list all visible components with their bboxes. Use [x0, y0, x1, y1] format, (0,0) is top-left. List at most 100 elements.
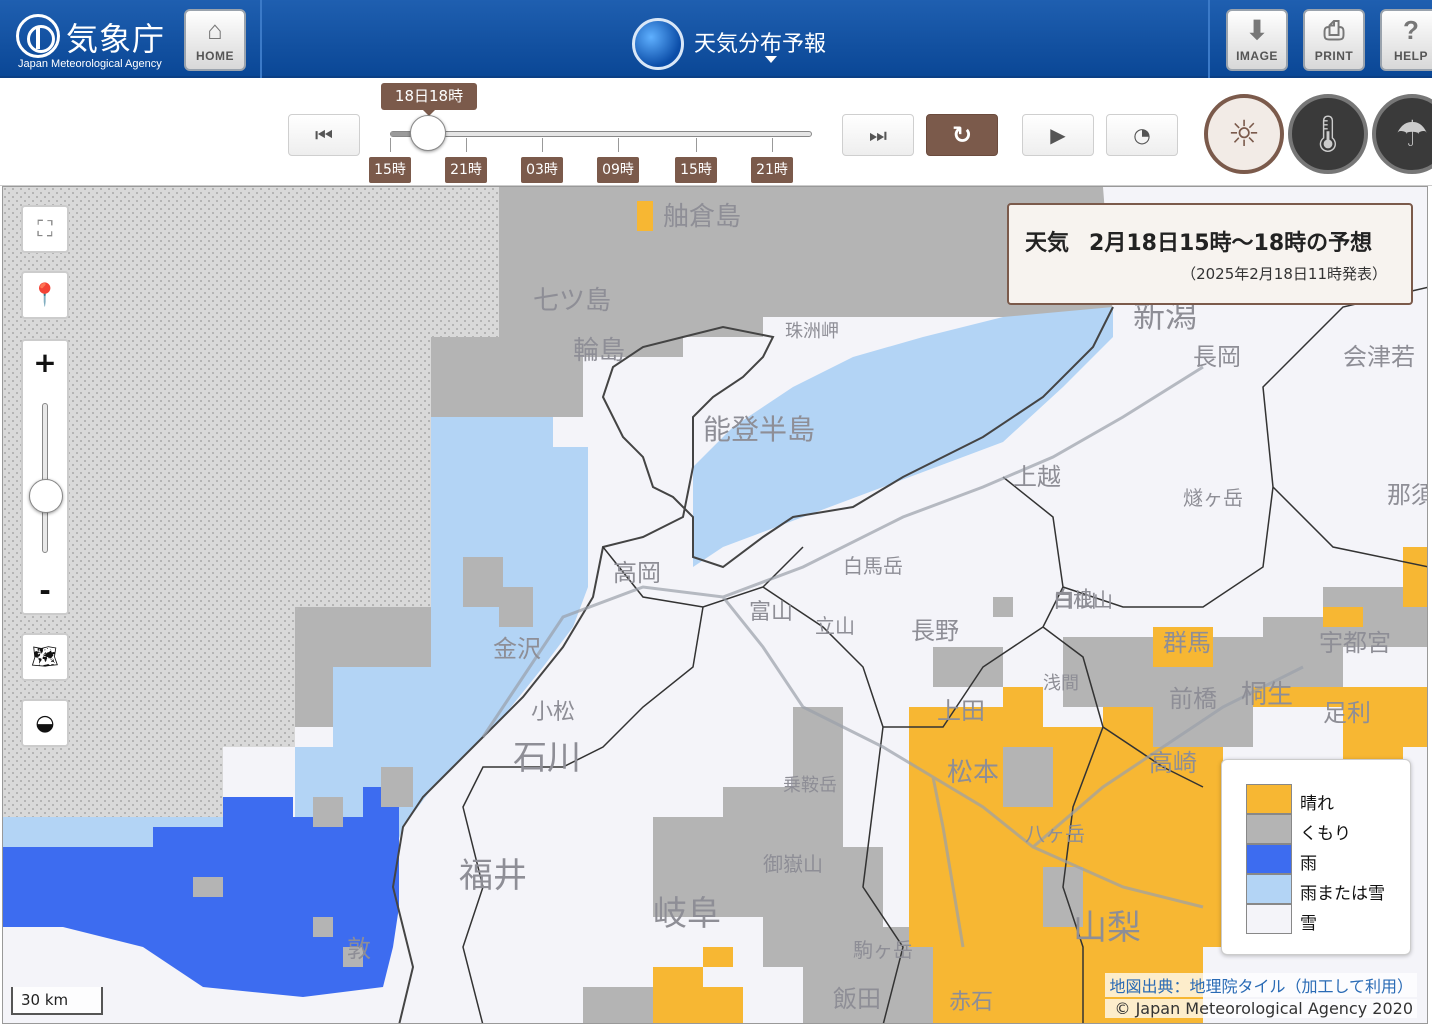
cloud-region: [583, 987, 663, 1023]
home-button[interactable]: ⌂ HOME: [184, 9, 246, 71]
last-frame-button[interactable]: ⏭: [842, 114, 914, 156]
opacity-drop-icon: ◒: [35, 710, 55, 736]
speedometer-icon: ◔: [1133, 123, 1151, 147]
legend-label: 雪: [1300, 914, 1317, 934]
first-frame-button[interactable]: ⏮: [288, 114, 360, 156]
current-location-button[interactable]: 📍: [21, 271, 69, 319]
help-button[interactable]: ? HELP: [1380, 9, 1432, 71]
timeline-tick: [618, 138, 619, 152]
zoom-slider-handle[interactable]: [29, 478, 63, 513]
forecast-title: 天気 2月18日15時～18時の予想: [1025, 225, 1372, 257]
place-label: 上田: [937, 697, 985, 725]
map-canvas[interactable]: 舳倉島七ツ島輪島能登半島新潟長岡 会津若上越高岡富山立山 長野白馬岳金沢小松石川福井…: [3, 187, 1428, 1024]
rain-cloud-icon: ☂: [1395, 113, 1429, 155]
clear-region: [637, 201, 653, 231]
download-icon: ⬇: [1246, 15, 1268, 45]
base-map-button[interactable]: 🗺: [21, 633, 69, 681]
legend-label: くもり: [1300, 824, 1351, 844]
header: 気象庁 Japan Meteorological Agency ⌂ HOME 天…: [0, 0, 1432, 78]
jma-logo[interactable]: 気象庁 Japan Meteorological Agency: [10, 8, 180, 72]
place-label: 群馬: [1163, 629, 1211, 657]
place-label: 立山: [815, 614, 855, 638]
opacity-button[interactable]: ◒: [21, 699, 69, 747]
place-label: 八ヶ岳: [1025, 822, 1085, 846]
skip-start-icon: ⏮: [315, 123, 333, 147]
place-label: 長岡: [1193, 343, 1241, 371]
place-label: 七ツ島: [533, 286, 611, 316]
precipitation-mode-button[interactable]: ☂: [1372, 94, 1432, 174]
timeline-tick-label[interactable]: 15時: [675, 157, 717, 183]
speed-button[interactable]: ◔: [1106, 114, 1178, 156]
place-label: 金沢: [493, 635, 541, 663]
sun-cloud-icon: ☼: [1227, 113, 1261, 155]
home-icon: ⌂: [207, 15, 223, 45]
location-pin-icon: 📍: [31, 282, 59, 308]
legend-swatch: [1246, 844, 1292, 874]
scale-bar: 30 km: [11, 987, 103, 1015]
play-icon: ▶: [1050, 123, 1066, 147]
timeline-tick-label[interactable]: 03時: [521, 157, 563, 183]
place-label: 岐阜: [653, 894, 721, 934]
timeline-tick-label[interactable]: 09時: [597, 157, 639, 183]
place-label: 乗鞍岳: [783, 775, 837, 796]
legend-label: 晴れ: [1300, 794, 1334, 814]
place-label: 山梨: [1073, 908, 1141, 948]
weather-map[interactable]: 舳倉島 七ツ島 輪島 能登半島 新潟 長岡 会津若 上越 高岡 富山 立山 長野 白馬岳 金沢 小松 石川 福井…: [2, 186, 1428, 1024]
place-label: 富山: [749, 600, 793, 625]
logo-text-en: Japan Meteorological Agency: [18, 58, 162, 70]
japan-globe-icon: [632, 18, 684, 70]
place-label: 足利: [1323, 699, 1371, 727]
place-label: 宇都宮: [1319, 629, 1391, 657]
place-label: 前橋: [1169, 685, 1217, 713]
timeline-tick-label[interactable]: 21時: [445, 157, 487, 183]
home-label: HOME: [196, 49, 234, 63]
legend-swatch: [1246, 784, 1292, 814]
zoom-out-button[interactable]: -: [23, 571, 67, 615]
header-divider: [1208, 0, 1210, 78]
timeline-tick-label[interactable]: 15時: [369, 157, 411, 183]
chevron-down-icon: [765, 56, 777, 63]
place-label: 石川: [513, 738, 581, 778]
place-label: 白根山: [1053, 588, 1113, 612]
issue-time-label: （2025年2月18日11時発表）: [1181, 265, 1387, 283]
refresh-clock-icon: ↻: [951, 121, 973, 149]
image-button[interactable]: ⬇ IMAGE: [1226, 9, 1288, 71]
weather-mode-button[interactable]: ☼: [1204, 94, 1284, 174]
legend-swatch: [1246, 874, 1292, 904]
place-label: 駒ヶ岳: [853, 938, 913, 962]
latest-button[interactable]: ↻: [926, 114, 998, 156]
place-label: 燧ヶ岳: [1183, 486, 1243, 510]
map-icon: 🗺: [31, 644, 59, 670]
print-label: PRINT: [1314, 49, 1354, 63]
fullscreen-button[interactable]: ⛶: [21, 205, 69, 253]
timeline-tick: [542, 138, 543, 152]
timeline-tick: [466, 138, 467, 152]
logo-text-ja: 気象庁: [66, 20, 166, 58]
place-label: 珠洲岬: [785, 321, 839, 342]
question-icon: ?: [1403, 15, 1419, 45]
place-label: 高崎: [1149, 749, 1197, 777]
place-label: 能登半島: [703, 413, 815, 446]
place-label: 松本: [947, 758, 999, 788]
fullscreen-icon: ⛶: [37, 216, 53, 242]
printer-icon: ⎙: [1323, 15, 1345, 45]
temperature-mode-button[interactable]: 🌡: [1288, 94, 1368, 174]
forecast-element-label: 天気: [1025, 231, 1070, 256]
timeline-tick: [772, 138, 773, 152]
timeline-tick: [696, 138, 697, 152]
place-label: 小松: [531, 700, 575, 725]
timeline-slider-handle[interactable]: [409, 115, 446, 151]
place-label: 浅間: [1043, 673, 1079, 694]
tile-source-link[interactable]: 地図出典：地理院タイル（加工して利用）: [1105, 973, 1417, 997]
play-button[interactable]: ▶: [1022, 114, 1094, 156]
forecast-period-label: 2月18日15時～18時の予想: [1089, 231, 1373, 256]
timeline-slider[interactable]: [390, 131, 812, 137]
zoom-in-button[interactable]: +: [23, 341, 67, 385]
place-label: 飯田: [833, 985, 881, 1013]
forecast-info-panel: 天気 2月18日15時～18時の予想 （2025年2月18日11時発表）: [1007, 203, 1413, 305]
timeline-tick-label[interactable]: 21時: [751, 157, 793, 183]
print-button[interactable]: ⎙ PRINT: [1303, 9, 1365, 71]
place-label: 長野: [911, 617, 959, 645]
app-root: 気象庁 Japan Meteorological Agency ⌂ HOME 天…: [0, 0, 1432, 1033]
place-label: 高岡: [613, 559, 661, 587]
